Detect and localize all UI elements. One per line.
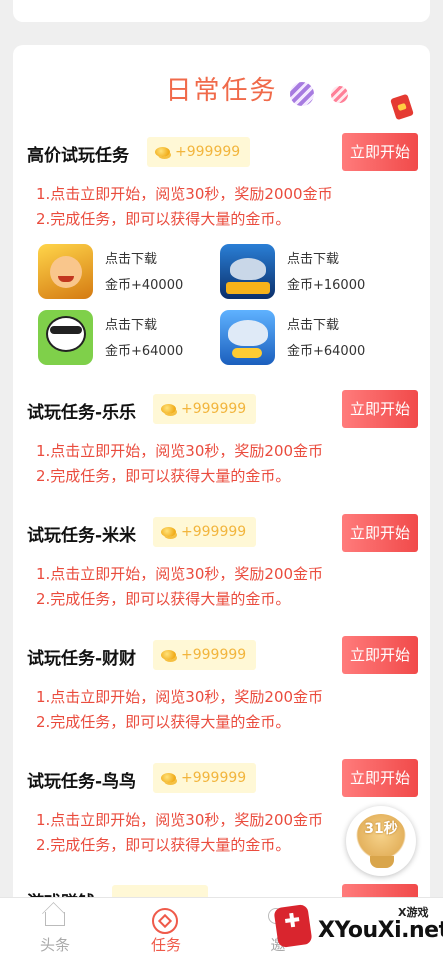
app-coins: 金币+16000 — [287, 278, 366, 293]
app-coins: 金币+64000 — [287, 344, 366, 359]
reward-badge: +999999 — [153, 394, 257, 424]
start-button[interactable]: 立即开始 — [342, 636, 418, 674]
coin-icon — [161, 773, 176, 783]
featured-task-desc: 1.点击立即开始，阅览30秒，奖励2000金币 2.完成任务，即可以获得大量的金… — [36, 182, 333, 232]
start-button[interactable]: 立即开始 — [342, 390, 418, 428]
watermark: X游戏 XYouXi.net — [268, 900, 443, 960]
task-title: 试玩任务-鸟鸟 — [27, 772, 137, 792]
reward-badge: +999999 — [147, 137, 251, 167]
watermark-text: XYouXi.net — [318, 918, 443, 943]
countdown-timer: 31秒 — [364, 821, 398, 837]
task-desc: 1.点击立即开始，阅览30秒，奖励200金币 2.完成任务，即可以获得大量的金币… — [36, 439, 323, 489]
task-desc: 1.点击立即开始，阅览30秒，奖励200金币 2.完成任务，即可以获得大量的金币… — [36, 808, 323, 858]
coin-icon — [161, 404, 176, 414]
start-button[interactable]: 立即开始 — [342, 759, 418, 797]
featured-task-title: 高价试玩任务 — [27, 146, 129, 166]
reward-value: +999999 — [175, 144, 241, 160]
coin-icon — [161, 650, 176, 660]
app-download-label[interactable]: 点击下载 — [105, 314, 157, 333]
app-coins: 金币+40000 — [105, 278, 184, 293]
shark-fishing-game-icon[interactable] — [220, 244, 275, 299]
reward-value: +999999 — [181, 770, 247, 786]
task-title: 试玩任务-财财 — [27, 649, 137, 669]
top-card — [13, 0, 430, 22]
app-download-label[interactable]: 点击下载 — [287, 314, 339, 333]
tab-label: 头条 — [39, 936, 70, 954]
reward-value: +999999 — [181, 647, 247, 663]
desc-line: 2.完成任务，即可以获得大量的金币。 — [36, 210, 291, 228]
money-tree-float-button[interactable]: 31秒 — [346, 806, 416, 876]
purple-ball-decoration — [290, 82, 314, 106]
desc-line: 1.点击立即开始，阅览30秒，奖励200金币 — [36, 688, 324, 706]
desc-line: 1.点击立即开始，阅览30秒，奖励200金币 — [36, 811, 324, 829]
tab-label: 任务 — [150, 936, 181, 954]
featured-start-button[interactable]: 立即开始 — [342, 133, 418, 171]
reward-badge: +999999 — [153, 640, 257, 670]
desc-line: 2.完成任务，即可以获得大量的金币。 — [36, 590, 291, 608]
reward-badge: +999999 — [153, 763, 257, 793]
task-desc: 1.点击立即开始，阅览30秒，奖励200金币 2.完成任务，即可以获得大量的金币… — [36, 685, 323, 735]
task-icon — [152, 908, 178, 934]
home-icon — [45, 912, 65, 926]
pot-icon — [370, 856, 394, 868]
app-download-label[interactable]: 点击下载 — [105, 248, 157, 267]
coin-icon — [155, 147, 170, 157]
section-title: 日常任务 — [165, 76, 278, 106]
shark-coins-game-icon[interactable] — [220, 310, 275, 365]
pink-ball-decoration — [331, 86, 348, 103]
desc-line: 2.完成任务，即可以获得大量的金币。 — [36, 713, 291, 731]
desc-line: 2.完成任务，即可以获得大量的金币。 — [36, 467, 291, 485]
app-coins: 金币+64000 — [105, 344, 184, 359]
desc-line: 1.点击立即开始，阅览30秒，奖励200金币 — [36, 442, 324, 460]
start-button[interactable]: 立即开始 — [342, 514, 418, 552]
panda-game-icon[interactable] — [38, 310, 93, 365]
task-title: 试玩任务-乐乐 — [27, 403, 137, 423]
app-download-label[interactable]: 点击下载 — [287, 248, 339, 267]
gamepad-logo-icon — [273, 903, 313, 949]
tab-task[interactable]: 任务 — [136, 898, 196, 961]
tab-home[interactable]: 头条 — [25, 898, 85, 961]
desc-line: 1.点击立即开始，阅览30秒，奖励200金币 — [36, 565, 324, 583]
reward-value: +999999 — [181, 524, 247, 540]
coin-icon — [161, 527, 176, 537]
lucky-god-game-icon[interactable] — [38, 244, 93, 299]
desc-line: 2.完成任务，即可以获得大量的金币。 — [36, 836, 291, 854]
reward-badge: +999999 — [153, 517, 257, 547]
desc-line: 1.点击立即开始，阅览30秒，奖励2000金币 — [36, 185, 333, 203]
task-title: 试玩任务-米米 — [27, 526, 137, 546]
task-desc: 1.点击立即开始，阅览30秒，奖励200金币 2.完成任务，即可以获得大量的金币… — [36, 562, 323, 612]
reward-value: +999999 — [181, 401, 247, 417]
